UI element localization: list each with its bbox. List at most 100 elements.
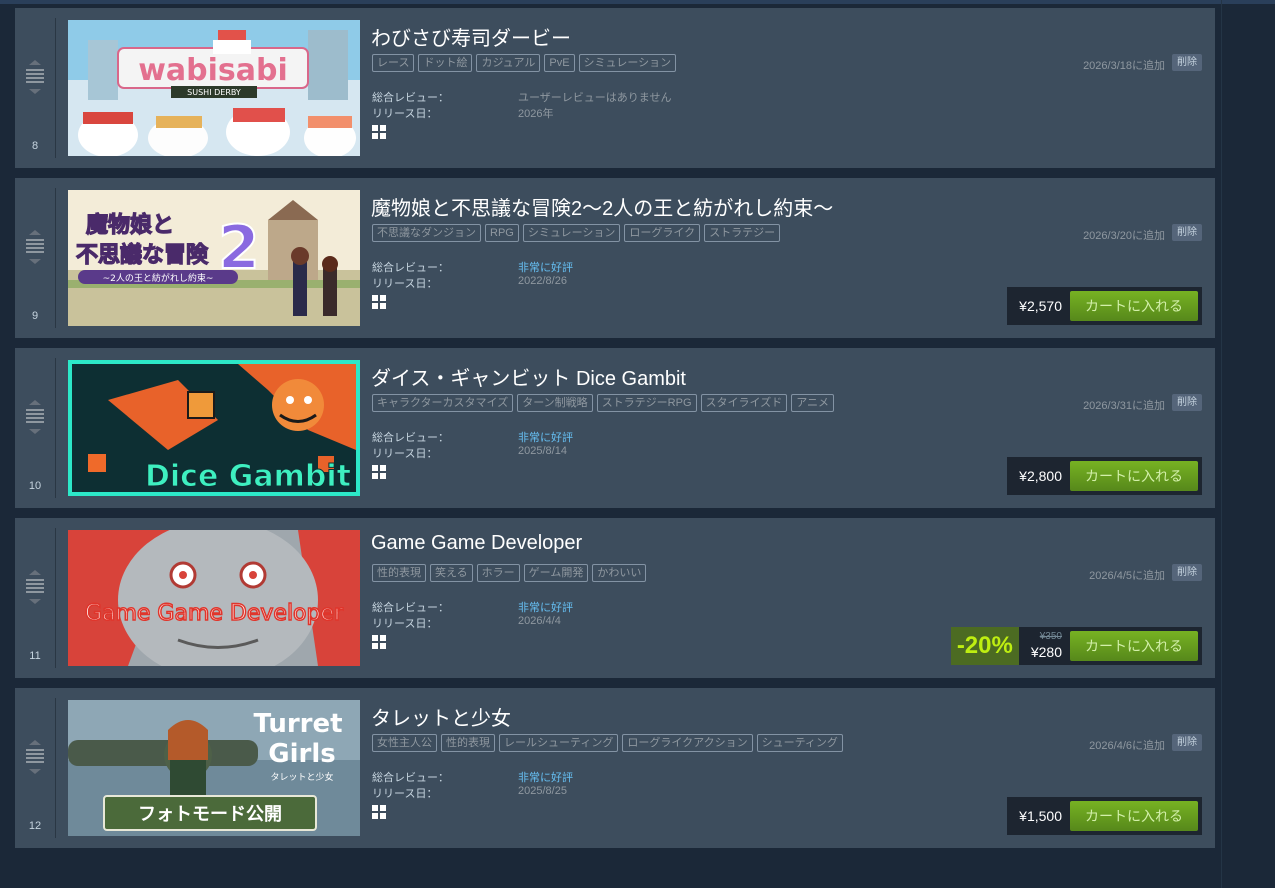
purchase-area: -20% ¥350 ¥280 カートに入れる	[950, 627, 1202, 665]
svg-text:~2人の王と紡がれし約束~: ~2人の王と紡がれし約束~	[103, 272, 214, 284]
svg-text:Girls: Girls	[268, 739, 335, 769]
review-value[interactable]: 非常に好評	[518, 599, 573, 615]
review-value[interactable]: 非常に好評	[518, 259, 573, 275]
tag[interactable]: シミュレーション	[578, 54, 677, 72]
remove-button[interactable]: 削除	[1172, 224, 1202, 241]
review-label: 総合レビュー：	[372, 772, 449, 784]
remove-button[interactable]: 削除	[1172, 734, 1202, 751]
review-label: 総合レビュー：	[372, 432, 449, 444]
tag[interactable]: レールシューティング	[499, 734, 619, 752]
review-value[interactable]: 非常に好評	[518, 769, 573, 785]
page-edge-line	[1221, 0, 1222, 888]
tag[interactable]: ホラー	[476, 564, 520, 582]
tag[interactable]: 性的表現	[372, 564, 426, 582]
wishlist: 8 wabisabi SUSHI DERBY わびさび寿司ダービー レース ドッ…	[15, 8, 1215, 858]
tag-list: 女性主人公 性的表現 レールシューティング ローグライクアクション シューティン…	[372, 734, 847, 752]
tag[interactable]: 不思議なダンジョン	[372, 224, 481, 242]
rank-number: 12	[28, 820, 42, 832]
capsule-logo-line1: 魔物娘と	[86, 212, 174, 238]
drag-handle[interactable]	[23, 60, 47, 94]
tag[interactable]: 笑える	[430, 564, 473, 582]
remove-button[interactable]: 削除	[1172, 394, 1202, 411]
svg-text:SUSHI DERBY: SUSHI DERBY	[187, 88, 241, 97]
tag[interactable]: キャラクターカスタマイズ	[372, 394, 514, 412]
capsule-logo: Dice Gambit	[145, 459, 351, 494]
divider	[55, 528, 56, 668]
tag[interactable]: RPG	[485, 224, 519, 242]
drag-handle[interactable]	[23, 230, 47, 264]
date-added: 2026/4/6に追加	[1089, 740, 1165, 752]
tag[interactable]: ドット絵	[418, 54, 473, 72]
tag[interactable]: ゲーム開発	[523, 564, 589, 582]
svg-text:不思議な冒険: 不思議な冒険	[76, 242, 209, 268]
game-title[interactable]: 魔物娘と不思議な冒険2～2人の王と紡がれし約束～	[371, 192, 833, 221]
windows-icon	[372, 125, 386, 139]
tag[interactable]: ストラテジー	[704, 224, 781, 242]
review-label: 総合レビュー：	[372, 602, 449, 614]
arrow-up-icon	[29, 740, 41, 745]
wishlist-row: 9 魔物娘と 不思議な冒険 2 ~2人の王と紡がれし約束~ 魔物娘と不思議な冒険…	[15, 178, 1215, 338]
add-to-cart-button[interactable]: カートに入れる	[1070, 631, 1198, 661]
tag[interactable]: アニメ	[791, 394, 834, 412]
tag-list: 性的表現 笑える ホラー ゲーム開発 かわいい	[372, 564, 650, 582]
purchase-area: ¥1,500 カートに入れる	[1007, 797, 1202, 835]
windows-icon	[372, 635, 386, 649]
wishlist-row: 12 Turret Girls タレットと少女 フォトモード公開 タレットと少女…	[15, 688, 1215, 848]
game-capsule-image[interactable]: Turret Girls タレットと少女 フォトモード公開	[68, 700, 360, 836]
game-title[interactable]: わびさび寿司ダービー	[371, 22, 571, 51]
game-capsule-image[interactable]: 魔物娘と 不思議な冒険 2 ~2人の王と紡がれし約束~	[68, 190, 360, 326]
price: ¥2,800	[1019, 468, 1062, 484]
drag-handle[interactable]	[23, 740, 47, 774]
arrow-down-icon	[29, 769, 41, 774]
arrow-down-icon	[29, 259, 41, 264]
tag[interactable]: ストラテジーRPG	[596, 394, 697, 412]
capsule-banner: フォトモード公開	[138, 804, 282, 825]
tag[interactable]: シミュレーション	[522, 224, 621, 242]
capsule-logo: Game Game Developer	[85, 601, 344, 626]
tag[interactable]: カジュアル	[476, 54, 541, 72]
divider	[55, 698, 56, 838]
release-date: 2026/4/4	[518, 615, 561, 627]
arrow-up-icon	[29, 230, 41, 235]
add-to-cart-button[interactable]: カートに入れる	[1070, 801, 1198, 831]
rank-number: 10	[28, 480, 42, 492]
rank-number: 8	[31, 140, 39, 152]
release-label: リリース日：	[372, 278, 438, 290]
capsule-logo: wabisabi	[138, 53, 288, 88]
release-label: リリース日：	[372, 618, 438, 630]
tag[interactable]: スタイライズド	[700, 394, 788, 412]
tag[interactable]: ローグライクアクション	[622, 734, 753, 752]
tag[interactable]: 女性主人公	[372, 734, 437, 752]
date-added: 2026/3/31に追加	[1083, 400, 1165, 412]
purchase-area: ¥2,800 カートに入れる	[1007, 457, 1202, 495]
game-title[interactable]: ダイス・ギャンビット Dice Gambit	[371, 362, 686, 391]
tag[interactable]: ローグライク	[624, 224, 701, 242]
tag[interactable]: PvE	[544, 54, 575, 72]
game-title[interactable]: Game Game Developer	[371, 532, 582, 555]
drag-handle[interactable]	[23, 570, 47, 604]
date-added: 2026/3/20に追加	[1083, 230, 1165, 242]
tag[interactable]: かわいい	[592, 564, 647, 582]
add-to-cart-button[interactable]: カートに入れる	[1070, 291, 1198, 321]
divider	[55, 188, 56, 328]
date-added: 2026/3/18に追加	[1083, 60, 1165, 72]
tag[interactable]: シューティング	[756, 734, 843, 752]
remove-button[interactable]: 削除	[1172, 564, 1202, 581]
tag[interactable]: 性的表現	[441, 734, 495, 752]
date-added: 2026/4/5に追加	[1089, 570, 1165, 582]
remove-button[interactable]: 削除	[1172, 54, 1202, 71]
game-title[interactable]: タレットと少女	[371, 702, 511, 731]
discount-prices: ¥350 ¥280	[1019, 631, 1070, 661]
game-capsule-image[interactable]: Game Game Developer	[68, 530, 360, 666]
wishlist-row: 11 Game Game Developer Game Game Develop…	[15, 518, 1215, 678]
game-capsule-image[interactable]: wabisabi SUSHI DERBY	[68, 20, 360, 156]
add-to-cart-button[interactable]: カートに入れる	[1070, 461, 1198, 491]
game-capsule-image[interactable]: Dice Gambit	[68, 360, 360, 496]
tag[interactable]: レース	[372, 54, 415, 72]
svg-text:タレットと少女: タレットと少女	[270, 771, 333, 783]
drag-handle[interactable]	[23, 400, 47, 434]
release-date: 2025/8/25	[518, 785, 567, 797]
tag[interactable]: ターン制戦略	[517, 394, 593, 412]
review-value[interactable]: 非常に好評	[518, 429, 573, 445]
arrow-down-icon	[29, 429, 41, 434]
